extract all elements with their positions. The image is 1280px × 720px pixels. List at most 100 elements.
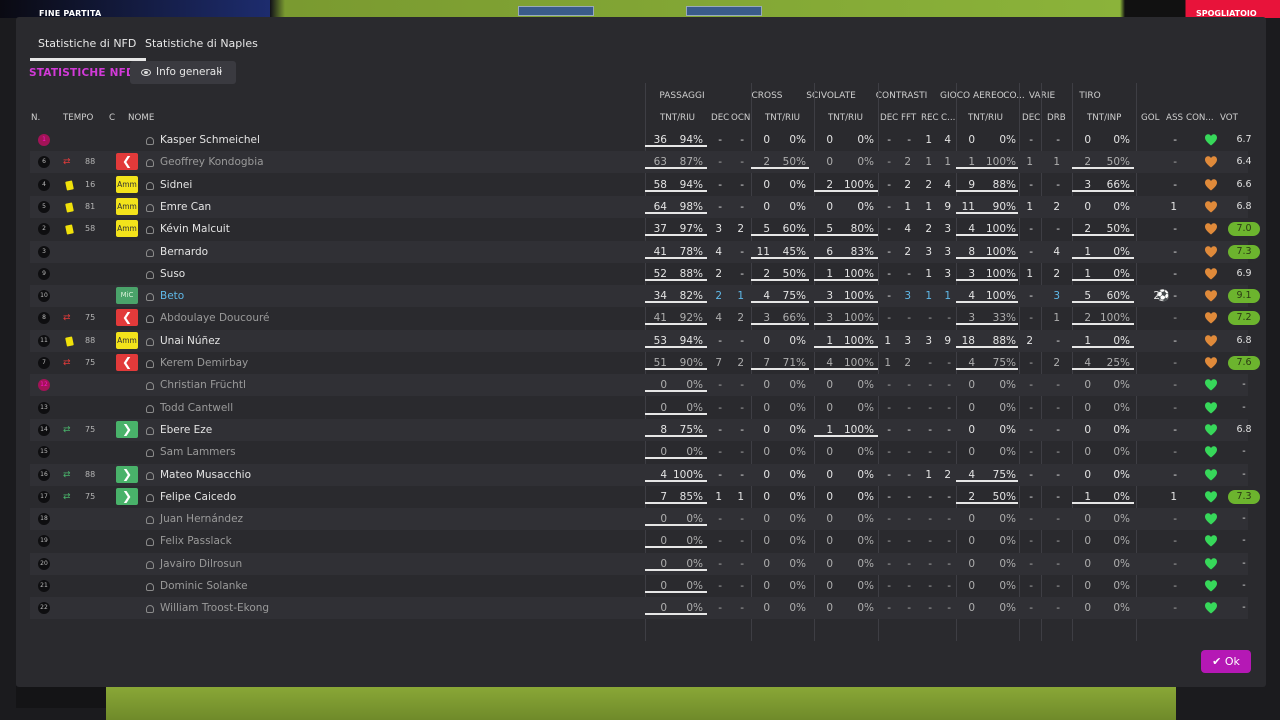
stat-tackles-accuracy: 0% (857, 468, 874, 481)
stat-tackles-attempted: 0 (826, 379, 833, 392)
column-header-3[interactable]: NOME (128, 113, 154, 123)
table-row[interactable]: 1 Kasper Schmeichel 36 94% - -0 0% 0 0% - -1 4 0 0% - -… (30, 129, 1252, 151)
column-header-18[interactable]: ASS (1166, 113, 1183, 123)
table-row[interactable]: 3 Bernardo 41 78% 4-11 45% 6 83% -2 3 3 8 100% -4 1 0% -… (30, 240, 1260, 263)
table-row[interactable]: 4 16 Amm Sidnei 58 94% - -0 0% 2 100% -2 2 4 9 88% - -3 66… (30, 174, 1252, 196)
column-header-13[interactable]: TNT/RIU (968, 113, 1003, 123)
table-row[interactable]: 12 Christian Früchtl 0 0% - -0 0% 0 0% - - - -0 0% - -0… (30, 374, 1248, 397)
morale-heart-icon (1205, 223, 1217, 235)
player-name[interactable]: Felipe Caicedo (160, 486, 236, 508)
stat-crosses-accuracy: 0% (789, 200, 806, 213)
table-row[interactable]: 7 ⇄ 75 ❮ Kerem Demirbay 51 90% 7 2 7 71% 4 100% 1 2 - - 4… (30, 352, 1260, 374)
player-name[interactable]: Sam Lammers (160, 441, 236, 463)
player-name[interactable]: Ebere Eze (160, 419, 212, 441)
table-row[interactable]: 11 88 Amm Unai Núñez 53 94% - -0 0% 1 100% 1 3 3 9 18 88… (30, 329, 1252, 352)
column-header-7[interactable]: TNT/RIU (765, 113, 800, 123)
column-header-1[interactable]: TEMPO (63, 113, 93, 123)
column-header-10[interactable]: FFT (901, 113, 916, 123)
stat-bar (645, 546, 707, 549)
player-name[interactable]: Abdoulaye Doucouré (160, 307, 270, 329)
player-name[interactable]: Suso (160, 263, 185, 285)
player-name[interactable]: Sidnei (160, 174, 192, 196)
table-row[interactable]: 20 Javairo Dilrosun 0 0% - -0 0% 0 0% - - - -0 0% - -0 0… (30, 552, 1248, 575)
table-row[interactable]: 19 Felix Passlack 0 0% - -0 0% 0 0% - - - -0 0% - -0 0% -… (30, 530, 1248, 552)
column-header-20[interactable]: VOT (1220, 113, 1238, 123)
stat-crosses-accuracy: 0% (789, 602, 806, 615)
sub-time: 81 (85, 201, 96, 211)
column-header-12[interactable]: C... (941, 113, 955, 123)
stat-bar (645, 479, 707, 482)
stat-tackles-attempted: 4 (826, 357, 833, 369)
table-row[interactable]: 16 ⇄ 88 ❯ Mateo Musacchio 4 100% - -0 0% 0 0% - -1 2 4 7… (30, 463, 1248, 486)
stat-headers-attempted: 8 (968, 245, 975, 258)
stat-chances-created: - (740, 379, 744, 392)
player-name[interactable]: Juan Hernández (160, 508, 243, 530)
stat-tackles-accuracy: 0% (857, 134, 874, 146)
table-row[interactable]: 10 MiC Beto 34 82% 2 1 4 75% 3 100% -3 1 1 4 100% -3 5 60%… (30, 285, 1260, 308)
stat-clearances: - (947, 535, 951, 548)
table-row[interactable]: 15 Sam Lammers 0 0% - -0 0% 0 0% - - - -0 0% - -0 0% - - (30, 441, 1248, 463)
stat-shots: 0 (1084, 446, 1091, 459)
player-name[interactable]: Christian Früchtl (160, 374, 246, 396)
view-dropdown[interactable]: Info generali ⌄ (130, 61, 236, 84)
player-name[interactable]: Unai Núñez (160, 330, 220, 352)
table-row[interactable]: 21 Dominic Solanke 0 0% - - 0 0% 0 0% - - - - 0 0% - - 0 0%… (30, 575, 1248, 597)
player-name[interactable]: Javairo Dilrosun (160, 553, 242, 575)
ok-button[interactable]: ✔ Ok (1201, 650, 1251, 673)
column-header-9[interactable]: DEC (880, 113, 898, 123)
table-row[interactable]: 13 Todd Cantwell 0 0% - -0 0% 0 0% - - - -0 0% - -0 0% - - (30, 397, 1248, 419)
column-header-11[interactable]: REC (921, 113, 939, 123)
column-header-6[interactable]: OCN (731, 113, 750, 123)
stat-shots: 0 (1084, 602, 1091, 615)
stat-fouls: 2 (904, 357, 911, 369)
player-name[interactable]: Mateo Musacchio (160, 464, 251, 486)
table-row[interactable]: 22 William Troost-Ekong 0 0% - -0 0% 0 0% - - - -0 0%… (30, 597, 1248, 620)
stat-passes-attempted: 41 (653, 312, 667, 325)
column-header-2[interactable]: C (109, 113, 115, 123)
tab-nfd-stats[interactable]: Statistiche di NFD (29, 37, 147, 61)
table-row[interactable]: 5 81 Amm Emre Can 64 98% - -0 0% 0 0% -1 1 9 11 90% 1 2 0 0… (30, 195, 1252, 218)
player-name[interactable]: Kerem Demirbay (160, 352, 248, 374)
person-icon (146, 159, 154, 168)
player-name[interactable]: Geoffrey Kondogbia (160, 151, 264, 173)
player-name[interactable]: Emre Can (160, 196, 211, 218)
player-name[interactable]: Beto (160, 285, 184, 307)
player-name[interactable]: Kasper Schmeichel (160, 129, 260, 151)
stat-headers-attempted: 0 (968, 535, 975, 548)
column-header-8[interactable]: TNT/RIU (828, 113, 863, 123)
column-header-19[interactable]: CON... (1186, 113, 1214, 123)
stat-clearances: 4 (944, 178, 951, 191)
player-name[interactable]: Kévin Malcuit (160, 218, 230, 240)
table-row[interactable]: 8 ⇄ 75 ❮ Abdoulaye Doucouré 41 92% 4 2 3 66% 3 100% -… (30, 307, 1260, 329)
column-header-14[interactable]: DEC (1022, 113, 1040, 123)
column-header-4[interactable]: TNT/RIU (660, 113, 695, 123)
player-name[interactable]: Dominic Solanke (160, 575, 248, 597)
shirt-number: 12 (38, 379, 50, 392)
stat-bar (956, 278, 1018, 281)
stat-crosses-accuracy: 0% (789, 513, 806, 526)
player-rating: - (1242, 602, 1246, 614)
table-row[interactable]: 17 ⇄ 75 ❯ Felipe Caicedo 7 85% 1 1 0 0% 0 0% - - - -2 50%… (30, 486, 1260, 508)
column-header-5[interactable]: DEC (711, 113, 729, 123)
stat-headers-accuracy: 100% (985, 223, 1016, 236)
stat-bar (751, 368, 809, 370)
table-row[interactable]: 18 Juan Hernández 0 0% - -0 0% 0 0% - - - -0 0% - -0 0% -… (30, 508, 1248, 531)
player-name[interactable]: Bernardo (160, 241, 208, 263)
tab-naples-stats[interactable]: Statistiche di Naples (145, 37, 258, 50)
stat-clearances: - (947, 602, 951, 615)
column-header-16[interactable]: TNT/INP (1087, 113, 1121, 123)
shirt-number: 18 (38, 513, 50, 526)
player-name[interactable]: William Troost-Ekong (160, 597, 269, 619)
table-row[interactable]: 14 ⇄ 75 ❯ Ebere Eze 8 75% - -0 0% 1 100% - - - -0 0% - -0 0… (30, 418, 1252, 441)
column-header-15[interactable]: DRB (1047, 113, 1066, 123)
player-name[interactable]: Todd Cantwell (160, 397, 233, 419)
column-header-0[interactable]: N. (31, 113, 40, 123)
column-header-17[interactable]: GOL (1141, 113, 1159, 123)
table-row[interactable]: 9 Suso 52 88% 2-2 50% 1 100% - -1 3 3 100% 1 2 1 0% -6.9 (30, 263, 1252, 285)
stat-crosses-accuracy: 0% (789, 334, 806, 347)
morale-heart-icon (1205, 290, 1217, 302)
player-name[interactable]: Felix Passlack (160, 530, 232, 552)
table-row[interactable]: 2 58 Amm Kévin Malcuit 37 97% 3 2 5 60% 5 80% -4 2 3 4 1… (30, 218, 1260, 240)
table-row[interactable]: 6 ⇄ 88 ❮ Geoffrey Kondogbia 63 87% - -2 50% 0 0% -2 1… (30, 151, 1252, 174)
stat-crosses-attempted: 3 (763, 312, 770, 325)
